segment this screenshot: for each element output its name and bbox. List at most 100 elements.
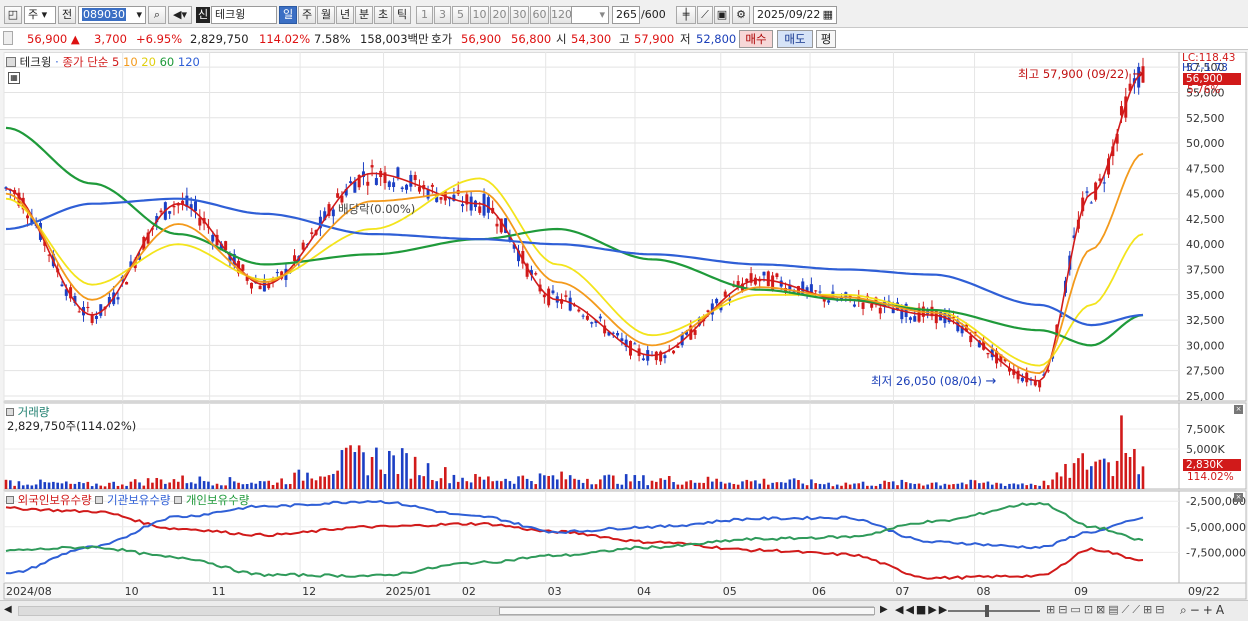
interval-tab[interactable]: 5 <box>452 6 469 24</box>
interval-tab[interactable]: 30 <box>510 6 529 24</box>
stock-chart[interactable]: 57,50055,00052,50050,00047,50045,00042,5… <box>0 51 1248 600</box>
stock-name-field[interactable]: 테크윙 <box>211 6 277 24</box>
volume-bar <box>672 482 675 489</box>
line-tool-icon[interactable]: ⟋ <box>697 6 713 24</box>
volume-bar <box>1029 483 1033 489</box>
playback-controls[interactable]: ◀◀■▶▶ <box>895 603 949 616</box>
period-tab[interactable]: 틱 <box>393 6 411 24</box>
volume-bar <box>280 478 283 489</box>
buy-button[interactable]: 매수 <box>739 30 773 48</box>
candle-body <box>387 181 391 187</box>
candle-body <box>568 297 572 311</box>
ma120-label[interactable]: 120 <box>178 55 200 69</box>
holdings-box-icon[interactable] <box>6 496 14 504</box>
volume-bar <box>663 479 667 489</box>
volume-bar <box>517 476 520 489</box>
volume-bar <box>952 484 955 489</box>
volume-bar <box>999 483 1003 489</box>
interval-tab[interactable]: 120 <box>550 6 572 24</box>
volume-bar <box>164 483 167 489</box>
x-tick-label: 2024/08 <box>6 585 52 598</box>
candle-body <box>672 350 676 354</box>
volume-bar <box>232 481 236 489</box>
period-tab[interactable]: 주 <box>298 6 316 24</box>
zoom-tool-icons[interactable]: ⌕−+A <box>1180 603 1227 618</box>
x-tick-label: 04 <box>637 585 651 598</box>
candle-icon[interactable]: ╪ <box>676 6 696 24</box>
volume-bar <box>848 484 852 489</box>
current-volume-tag: 2,830K <box>1183 459 1241 471</box>
volume-bar <box>1120 415 1123 489</box>
zoom-slider[interactable] <box>948 610 1040 612</box>
period-tab[interactable]: 분 <box>355 6 373 24</box>
volume-bar <box>633 475 637 489</box>
ma10-label[interactable]: 10 <box>123 55 138 69</box>
volume-bar <box>805 485 809 489</box>
count-input[interactable]: 265 <box>612 6 640 24</box>
volume-bar <box>263 481 266 489</box>
save-icon[interactable]: ▣ <box>714 6 730 24</box>
volume-bar <box>521 475 525 489</box>
x-tick-label: 08 <box>977 585 991 598</box>
candle-body <box>908 317 912 320</box>
period-tab[interactable]: 년 <box>336 6 354 24</box>
period-tab[interactable]: 초 <box>374 6 392 24</box>
volume-bar <box>418 475 421 489</box>
period-tab[interactable]: 월 <box>317 6 335 24</box>
holdings-box-icon-3 <box>174 496 183 504</box>
volume-bar <box>254 483 258 489</box>
sell-button[interactable]: 매도 <box>777 30 813 48</box>
scroll-track[interactable] <box>18 606 875 616</box>
interval-select[interactable]: ▾ <box>571 6 609 24</box>
prev-button[interactable]: 전 <box>58 6 76 24</box>
scroll-left-icon[interactable]: ◀ <box>4 604 12 615</box>
open-price: 54,300 <box>571 32 612 46</box>
gear-icon[interactable]: ⚙ <box>732 6 750 24</box>
volume-bar <box>176 481 180 489</box>
volume-close-icon[interactable]: × <box>1234 405 1243 414</box>
volume-bar <box>857 483 861 489</box>
interval-tab[interactable]: 20 <box>490 6 509 24</box>
interval-tab[interactable]: 60 <box>530 6 549 24</box>
ma5-label[interactable]: 5 <box>112 55 119 69</box>
search-icon[interactable]: ⌕ <box>148 6 166 24</box>
ma60-label[interactable]: 60 <box>160 55 175 69</box>
candle-body <box>775 273 779 278</box>
date-input[interactable]: 2025/09/22 ▦ <box>753 6 837 24</box>
interval-tab[interactable]: 1 <box>416 6 433 24</box>
panel-2-bg <box>3 402 1180 490</box>
volume-bar <box>310 478 314 489</box>
ma20-label[interactable]: 20 <box>141 55 156 69</box>
candle-body <box>417 186 421 192</box>
volume-bar <box>840 485 843 489</box>
dividend-annotation: 배당락(0.00%) <box>338 202 416 216</box>
volume-box-icon[interactable] <box>6 408 14 416</box>
candle-body <box>77 311 81 313</box>
candle-body <box>60 284 64 287</box>
volume-bar <box>827 482 830 489</box>
volume-bar <box>478 476 482 489</box>
zoom-slider-handle[interactable] <box>985 605 989 617</box>
volume-bar <box>52 481 55 489</box>
volume-bar <box>1059 476 1063 489</box>
candle-body <box>676 346 680 348</box>
period-tab[interactable]: 일 <box>279 6 297 24</box>
layout-tool-icons[interactable]: ⊞⊟▭⊡⊠▤⟋⟋⊞⊟ <box>1046 603 1168 617</box>
interval-tab[interactable]: 3 <box>434 6 451 24</box>
window-icon[interactable]: ◰ <box>4 6 22 24</box>
volume-bar <box>603 475 606 489</box>
holdings-close-icon[interactable]: × <box>1234 493 1243 502</box>
market-select[interactable]: 주 ▾ <box>24 6 56 24</box>
legend-box-icon[interactable] <box>6 57 16 67</box>
volume-bar <box>495 480 499 489</box>
speaker-icon[interactable]: ◀▾ <box>168 6 192 24</box>
expand-toggle[interactable] <box>3 31 13 45</box>
grid-toggle-icon[interactable]: ▦ <box>8 72 20 84</box>
volume-bar <box>801 483 805 489</box>
interval-tab[interactable]: 10 <box>470 6 489 24</box>
code-input[interactable]: 089030 ▾ <box>78 6 146 24</box>
scroll-right-icon[interactable]: ▶ <box>880 604 888 615</box>
count-total: /600 <box>641 8 666 21</box>
scroll-thumb[interactable] <box>499 607 875 615</box>
eval-button[interactable]: 평 <box>816 30 836 48</box>
